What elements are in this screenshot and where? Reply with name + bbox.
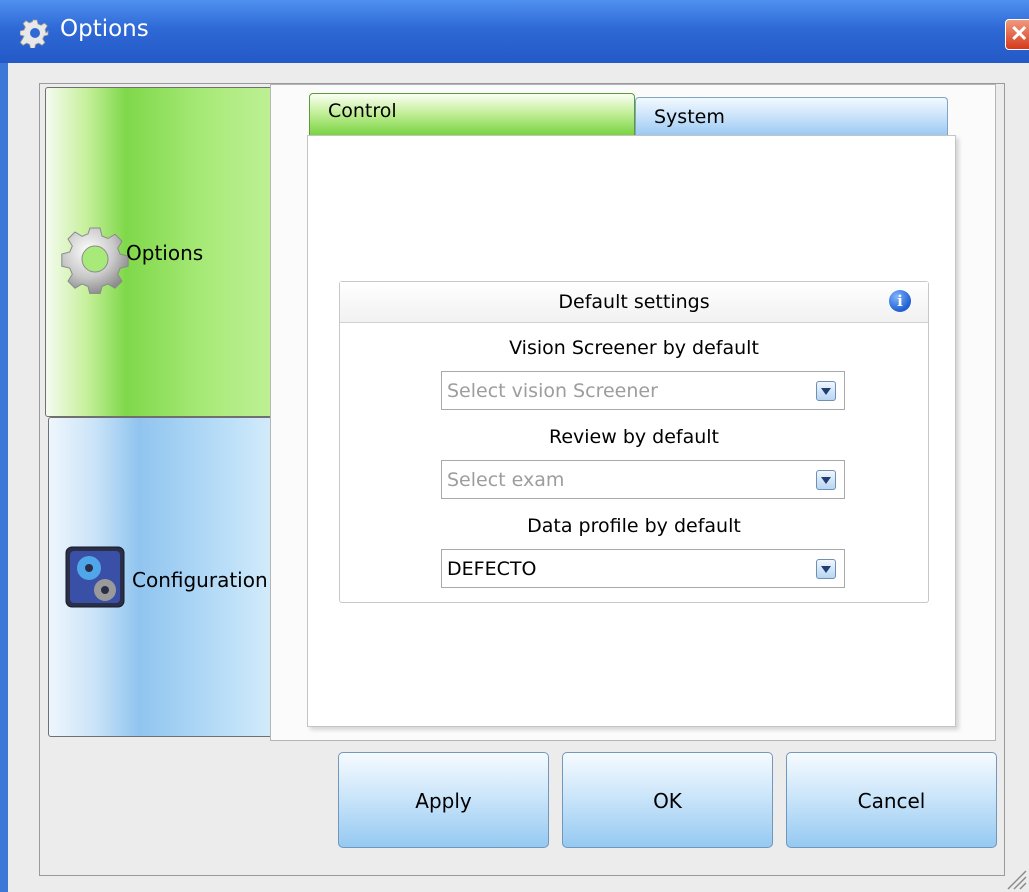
gear-icon (61, 227, 129, 294)
resize-grip-icon[interactable] (1005, 868, 1027, 890)
close-icon: ✕ (1010, 21, 1029, 46)
window-title: Options (60, 16, 149, 42)
sidebar-item-options[interactable]: Options (45, 87, 275, 417)
group-header: Default settings (340, 282, 928, 323)
review-placeholder: Select exam (447, 469, 565, 491)
chevron-down-icon[interactable] (816, 559, 836, 579)
close-button[interactable]: ✕ (1005, 19, 1029, 50)
vision-screener-placeholder: Select vision Screener (447, 380, 658, 402)
chevron-down-icon[interactable] (816, 381, 836, 401)
info-icon[interactable]: i (889, 290, 911, 312)
apply-button[interactable]: Apply (338, 752, 549, 848)
cancel-button[interactable]: Cancel (786, 752, 997, 848)
sidebar-item-label: Configuration (132, 568, 268, 592)
sidebar-item-configuration[interactable]: Configuration (48, 417, 275, 737)
sidebar-item-label: Options (126, 241, 204, 265)
vision-screener-select[interactable]: Select vision Screener (441, 371, 845, 410)
review-select[interactable]: Select exam (441, 460, 845, 499)
window-titlebar[interactable]: Options ✕ (0, 0, 1029, 63)
configuration-gears-icon (65, 546, 125, 608)
group-title: Default settings (558, 291, 710, 313)
chevron-down-icon[interactable] (816, 470, 836, 490)
default-settings-group: Default settings i Vision Screener by de… (339, 281, 929, 603)
review-label: Review by default (548, 426, 720, 448)
gear-icon (20, 19, 49, 48)
tab-system[interactable]: System (635, 97, 948, 135)
data-profile-value: DEFECTO (447, 558, 537, 580)
tab-control[interactable]: Control (309, 93, 635, 135)
data-profile-label: Data profile by default (527, 515, 741, 537)
vision-screener-label: Vision Screener by default (509, 337, 759, 359)
data-profile-select[interactable]: DEFECTO (441, 549, 845, 588)
ok-button[interactable]: OK (562, 752, 773, 848)
